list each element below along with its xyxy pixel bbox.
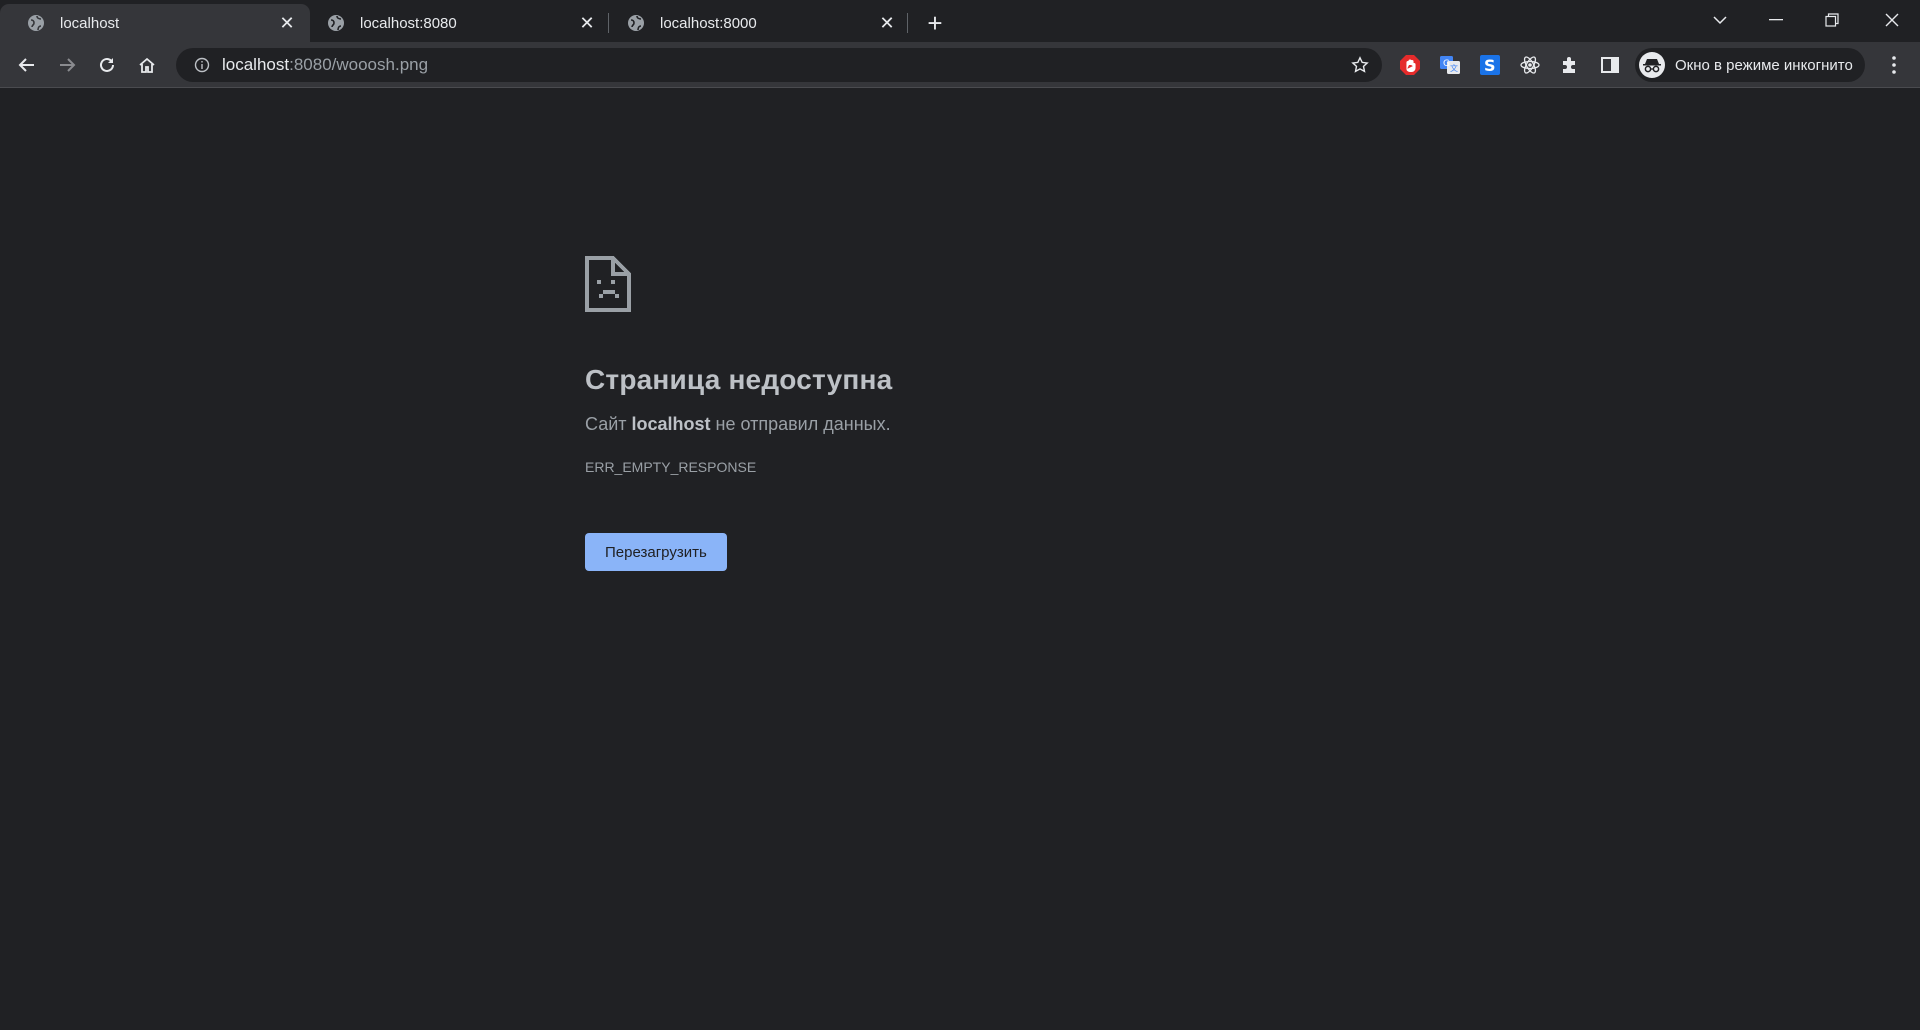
browser-menu-button[interactable] — [1878, 49, 1910, 81]
more-vert-icon — [1892, 56, 1896, 74]
error-desc-prefix: Сайт — [585, 414, 632, 434]
globe-icon — [626, 13, 646, 33]
svg-text:S: S — [1484, 56, 1496, 75]
tab-strip: localhost ✕ localhost:8080 ✕ localhost:8… — [0, 0, 1920, 42]
reload-page-button[interactable]: Перезагрузить — [585, 533, 727, 571]
incognito-label: Окно в режиме инкогнито — [1675, 56, 1853, 74]
tab-title: localhost:8080 — [360, 14, 457, 32]
svg-text:G: G — [1443, 59, 1450, 69]
url-text[interactable]: localhost:8080/wooosh.png — [222, 55, 428, 75]
site-info-icon[interactable] — [182, 48, 222, 82]
incognito-icon — [1639, 52, 1665, 78]
globe-icon — [326, 13, 346, 33]
adblock-icon[interactable] — [1396, 51, 1424, 79]
error-desc-suffix: не отправил данных. — [710, 414, 891, 434]
home-button[interactable] — [131, 49, 163, 81]
error-code: ERR_EMPTY_RESPONSE — [585, 459, 757, 475]
error-container: Страница недоступна Сайт localhost не от… — [585, 256, 1285, 571]
browser-toolbar: localhost:8080/wooosh.png G文 S Окно в ре… — [0, 42, 1920, 88]
tab-localhost-8000[interactable]: localhost:8000 ✕ — [600, 4, 910, 42]
bookmark-star-icon[interactable] — [1350, 55, 1370, 75]
tab-localhost[interactable]: localhost ✕ — [0, 4, 310, 42]
s-extension-icon[interactable]: S — [1476, 51, 1504, 79]
sad-document-icon — [585, 256, 633, 312]
minimize-icon[interactable] — [1748, 0, 1804, 40]
tab-search-icon[interactable] — [1692, 0, 1748, 40]
tab-title: localhost — [60, 14, 120, 32]
arrow-left-icon — [18, 58, 34, 72]
close-window-icon[interactable] — [1864, 0, 1920, 40]
url-host: localhost — [222, 55, 290, 74]
extensions-puzzle-icon[interactable] — [1556, 51, 1584, 79]
error-desc-host: localhost — [631, 414, 711, 434]
incognito-indicator[interactable]: Окно в режиме инкогнито — [1635, 48, 1865, 82]
react-devtools-icon[interactable] — [1516, 51, 1544, 79]
close-tab-icon[interactable]: ✕ — [276, 12, 298, 34]
restore-icon[interactable] — [1804, 0, 1860, 40]
side-panel-icon[interactable] — [1596, 51, 1624, 79]
address-bar[interactable]: localhost:8080/wooosh.png — [176, 48, 1382, 82]
close-tab-icon[interactable]: ✕ — [876, 12, 898, 34]
back-button[interactable] — [11, 49, 43, 81]
reload-button[interactable] — [91, 49, 123, 81]
new-tab-button[interactable]: + — [919, 7, 951, 39]
arrow-right-icon — [60, 58, 76, 72]
globe-icon — [26, 13, 46, 33]
reload-icon — [100, 57, 114, 72]
error-page: Страница недоступна Сайт localhost не от… — [0, 88, 1920, 1030]
url-path: :8080/wooosh.png — [289, 55, 429, 74]
tab-title: localhost:8000 — [660, 14, 757, 32]
close-tab-icon[interactable]: ✕ — [576, 12, 598, 34]
svg-text:文: 文 — [1450, 63, 1458, 73]
google-translate-icon[interactable]: G文 — [1436, 51, 1464, 79]
tab-localhost-8080[interactable]: localhost:8080 ✕ — [300, 4, 610, 42]
home-icon — [139, 57, 155, 73]
tab-separator — [907, 13, 908, 33]
error-title: Страница недоступна — [585, 364, 893, 395]
error-description: Сайт localhost не отправил данных. — [585, 414, 1285, 435]
forward-button[interactable] — [51, 49, 83, 81]
